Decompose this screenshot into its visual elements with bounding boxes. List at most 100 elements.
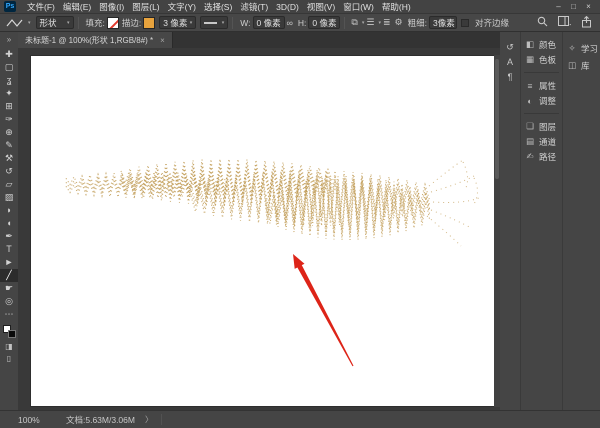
tool-crop[interactable]: ⊞ xyxy=(0,100,18,113)
background-color-swatch[interactable] xyxy=(8,330,16,338)
tool-mode-value: 形状 xyxy=(39,17,57,28)
minimize-button[interactable]: – xyxy=(551,1,566,13)
panel-tab-color[interactable]: ◧ 颜色 xyxy=(521,37,562,52)
tool-path-select[interactable]: ► xyxy=(0,256,18,269)
menu-item[interactable]: 帮助(H) xyxy=(378,1,415,13)
menu-item[interactable]: 图层(L) xyxy=(128,1,163,13)
tool-eraser[interactable]: ▱ xyxy=(0,178,18,191)
shape-width-field[interactable]: 0 像素 xyxy=(252,16,285,29)
menu-items: 文件(F) 编辑(E) 图像(I) 图层(L) 文字(Y) 选择(S) 滤镜(T) 3D(D)… xyxy=(23,1,415,13)
path-alignment-icon[interactable]: ☰ xyxy=(366,17,374,28)
shape-height-field[interactable]: 0 像素 xyxy=(308,16,341,29)
stroke-swatch[interactable] xyxy=(143,16,156,29)
panel-label: 通道 xyxy=(539,136,557,147)
menu-item[interactable]: 编辑(E) xyxy=(59,1,95,13)
tool-type[interactable]: T xyxy=(0,243,18,256)
quick-mask-button[interactable]: ◨ xyxy=(0,341,18,353)
zoom-level-field[interactable]: 100% xyxy=(18,415,50,425)
share-icon[interactable] xyxy=(581,15,592,30)
align-edges-label: 对齐边缘 xyxy=(474,17,509,28)
tab-close-icon[interactable]: × xyxy=(160,36,165,45)
height-label: H: xyxy=(297,17,307,28)
options-bar-right xyxy=(537,15,592,30)
panel-tab-layers[interactable]: ❏ 图层 xyxy=(521,119,562,134)
menu-item[interactable]: 3D(D) xyxy=(272,2,303,12)
fill-swatch[interactable] xyxy=(106,16,119,29)
tool-gradient[interactable]: ▨ xyxy=(0,191,18,204)
panel-dock: ↺ A ¶ ◧ 颜色 ▦ 色板 ≡ 属性 ◐ 调整 ❏ 图层 ▤ 通道 ✍ 路径… xyxy=(500,32,600,410)
menu-item[interactable]: 视图(V) xyxy=(303,1,339,13)
menu-item[interactable]: 文字(Y) xyxy=(164,1,200,13)
tool-history-brush[interactable]: ↺ xyxy=(0,165,18,178)
menu-item[interactable]: 图像(I) xyxy=(95,1,128,13)
tool-blur[interactable]: ◗ xyxy=(0,204,18,217)
panel-tab-character[interactable]: A xyxy=(501,55,519,70)
link-dimensions-icon[interactable]: ∞ xyxy=(287,18,293,28)
tool-pen[interactable]: ✒ xyxy=(0,230,18,243)
tool-rect-marquee[interactable]: ▢ xyxy=(0,61,18,74)
panel-tab-paragraph[interactable]: ¶ xyxy=(501,70,519,85)
document-tab-bar: 未标题-1 @ 100%(形状 1,RGB/8#) * × xyxy=(18,32,500,48)
toolbar-expander[interactable]: » xyxy=(0,32,18,48)
menu-item[interactable]: 窗口(W) xyxy=(339,1,378,13)
panel-tab-properties[interactable]: ≡ 属性 xyxy=(521,78,562,93)
tool-line-shape[interactable]: ╱ xyxy=(0,269,18,282)
path-arrangement-icon[interactable]: ≣ xyxy=(383,17,391,28)
tool-lasso[interactable]: ʓ xyxy=(0,74,18,87)
panel-tab-paths[interactable]: ✍ 路径 xyxy=(521,149,562,164)
panel-tab-learn[interactable]: ✧ 学习 xyxy=(563,40,600,57)
status-options-chevron[interactable]: 〉 xyxy=(145,414,153,425)
close-button[interactable]: × xyxy=(581,1,596,13)
panel-tab-channels[interactable]: ▤ 通道 xyxy=(521,134,562,149)
align-edges-checkbox[interactable] xyxy=(460,18,469,27)
panel-icon: ◐ xyxy=(527,95,533,106)
tool-preset-caret[interactable]: ▾ xyxy=(28,20,31,26)
line-weight-value: 3像素 xyxy=(432,17,455,28)
tool-hand[interactable]: ☛ xyxy=(0,282,18,295)
divider xyxy=(524,113,559,114)
gear-icon[interactable]: ⚙ xyxy=(395,17,403,28)
scrollbar-thumb[interactable] xyxy=(495,59,499,179)
panel-tab-history[interactable]: ↺ xyxy=(501,40,519,55)
dock-panel-column: ◧ 颜色 ▦ 色板 ≡ 属性 ◐ 调整 ❏ 图层 ▤ 通道 ✍ 路径 xyxy=(521,32,563,410)
canvas[interactable] xyxy=(30,55,496,407)
menu-item[interactable]: 滤镜(T) xyxy=(236,1,272,13)
document-tab-title: 未标题-1 @ 100%(形状 1,RGB/8#) * xyxy=(25,35,154,45)
panel-tab-libraries[interactable]: ◫ 库 xyxy=(563,57,600,74)
workspace-switcher-icon[interactable] xyxy=(558,16,571,29)
tool-options-bar: ▾ 形状 ▾ 填充: 描边: 3 像素 ▾ ▾ W: 0 像素 ∞ H: 0 像… xyxy=(0,14,600,32)
red-annotation-arrow xyxy=(293,254,354,367)
tool-move[interactable]: ✚ xyxy=(0,48,18,61)
panel-label: 路径 xyxy=(539,151,557,162)
tool-eyedropper[interactable]: ✑ xyxy=(0,113,18,126)
pasteboard xyxy=(18,48,500,410)
tool-quick-select[interactable]: ✦ xyxy=(0,87,18,100)
tool-clone-stamp[interactable]: ⚒ xyxy=(0,152,18,165)
menu-item[interactable]: 选择(S) xyxy=(200,1,236,13)
tool-edit-toolbar[interactable]: ⋯ xyxy=(0,308,18,321)
photoshop-logo[interactable]: Ps xyxy=(4,1,16,12)
menu-item[interactable]: 文件(F) xyxy=(23,1,59,13)
document-size-info: 文档:5.63M/3.06M xyxy=(66,414,135,425)
maximize-button[interactable]: □ xyxy=(566,1,581,13)
tool-zoom[interactable]: ◎ xyxy=(0,295,18,308)
document-tab[interactable]: 未标题-1 @ 100%(形状 1,RGB/8#) * × xyxy=(18,32,173,48)
line-weight-field[interactable]: 3像素 xyxy=(428,16,457,29)
panel-icon: ◫ xyxy=(567,60,577,70)
tool-spot-healing[interactable]: ⊕ xyxy=(0,126,18,139)
panel-icon: ≡ xyxy=(527,80,533,91)
tool-preset-icon[interactable] xyxy=(6,17,24,29)
path-operations-icon[interactable]: ⧉ xyxy=(351,17,357,28)
panel-tab-swatches[interactable]: ▦ 色板 xyxy=(521,52,562,67)
screen-mode-button[interactable]: ▯ xyxy=(0,353,18,365)
search-icon[interactable] xyxy=(537,16,548,29)
menu-bar: Ps 文件(F) 编辑(E) 图像(I) 图层(L) 文字(Y) 选择(S) 滤镜(T) 3D… xyxy=(0,0,600,14)
shape-height-value: 0 像素 xyxy=(312,17,337,28)
panel-tab-adjustments[interactable]: ◐ 调整 xyxy=(521,93,562,108)
tool-dodge[interactable]: ◖ xyxy=(0,217,18,230)
fill-label: 填充: xyxy=(85,17,105,28)
stroke-width-field[interactable]: 3 像素 ▾ xyxy=(159,16,197,29)
stroke-type-select[interactable]: ▾ xyxy=(200,16,229,29)
tool-mode-select[interactable]: 形状 ▾ xyxy=(35,16,74,29)
tool-brush[interactable]: ✎ xyxy=(0,139,18,152)
